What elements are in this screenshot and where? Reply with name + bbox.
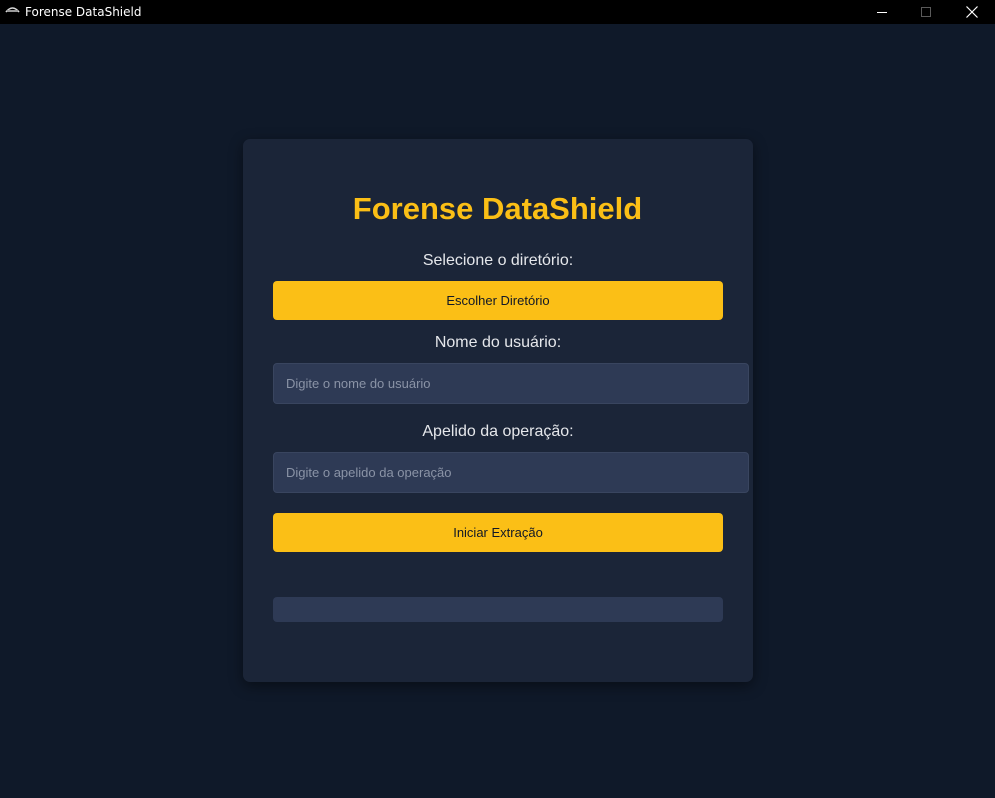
- progress-bar: [273, 597, 723, 622]
- choose-directory-button[interactable]: Escolher Diretório: [273, 281, 723, 320]
- minimize-icon: [877, 12, 887, 13]
- window-title: Forense DataShield: [25, 5, 142, 19]
- title-bar[interactable]: Forense DataShield: [0, 0, 995, 24]
- operation-alias-label: Apelido da operação:: [422, 423, 574, 440]
- minimize-button[interactable]: [859, 0, 905, 24]
- app-logo-icon: [5, 7, 20, 13]
- page-title: Forense DataShield: [352, 191, 643, 226]
- maximize-button[interactable]: [903, 0, 949, 24]
- app-window: Forense DataShield Forense DataShield Se…: [0, 0, 995, 798]
- operation-alias-input[interactable]: [273, 452, 749, 493]
- user-name-label: Nome do usuário:: [434, 334, 562, 351]
- close-icon: [966, 6, 978, 18]
- maximize-icon: [921, 7, 931, 17]
- user-name-input[interactable]: [273, 363, 749, 404]
- directory-label: Selecione o diretório:: [422, 252, 574, 269]
- close-button[interactable]: [949, 0, 995, 24]
- start-extraction-button[interactable]: Iniciar Extração: [273, 513, 723, 552]
